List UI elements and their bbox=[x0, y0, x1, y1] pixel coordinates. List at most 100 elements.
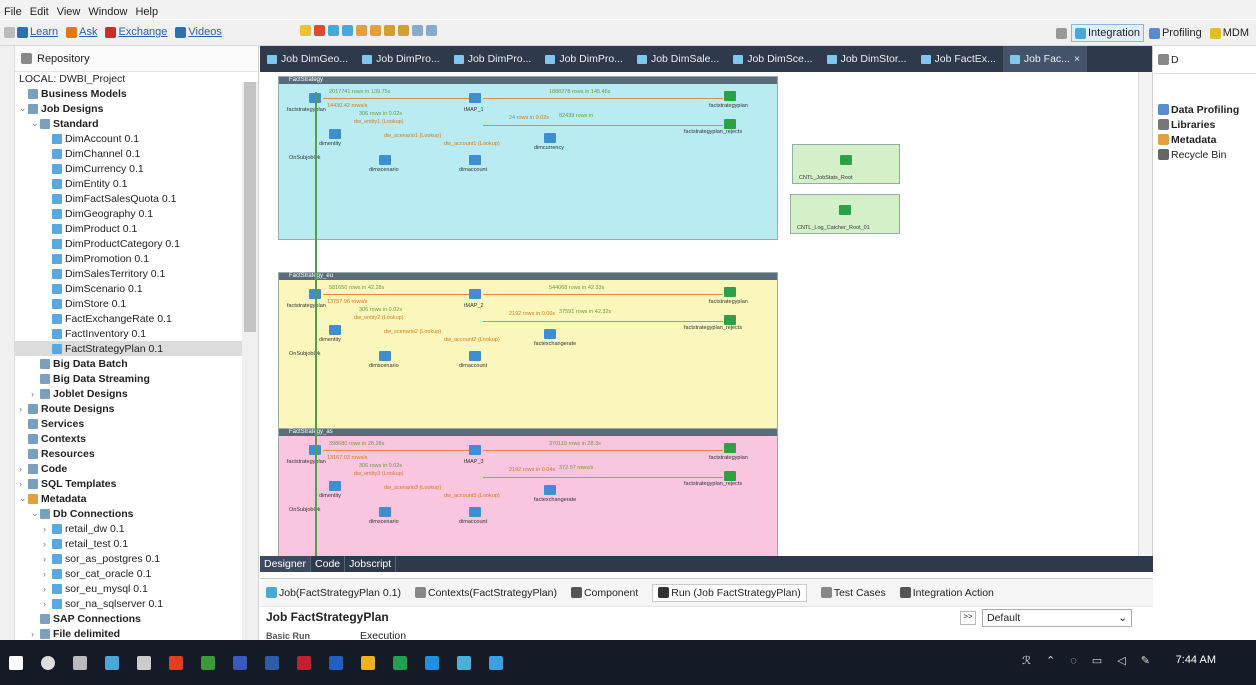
canvas-scrollbar[interactable] bbox=[1138, 72, 1152, 556]
lookup-dimentity[interactable] bbox=[329, 481, 341, 491]
right-panel-item[interactable]: Metadata bbox=[1154, 132, 1256, 147]
side-component-1[interactable]: CNTL_Log_Catcher_Root_01 bbox=[790, 194, 900, 234]
editor-tab[interactable]: Job Fac... × bbox=[1002, 46, 1088, 72]
search-icon[interactable] bbox=[300, 25, 311, 36]
run-expand-button[interactable]: >> bbox=[960, 611, 976, 625]
perspective-integration[interactable]: Integration bbox=[1070, 24, 1144, 42]
tree-item[interactable]: DimChannel 0.1 bbox=[15, 146, 258, 161]
bottom-tab[interactable]: Component bbox=[570, 587, 638, 599]
tree-item[interactable]: FactExchangeRate 0.1 bbox=[15, 311, 258, 326]
tree-item[interactable]: › Joblet Designs bbox=[15, 386, 258, 401]
job-dropdown-icon[interactable] bbox=[342, 25, 353, 36]
lookup-dimaccount[interactable] bbox=[469, 507, 481, 517]
tree-item[interactable]: › retail_dw 0.1 bbox=[15, 521, 258, 536]
tree-item[interactable]: › sor_eu_mysql 0.1 bbox=[15, 581, 258, 596]
tree-item[interactable]: DimGeography 0.1 bbox=[15, 206, 258, 221]
context-select[interactable]: Default ⌄ bbox=[982, 609, 1132, 627]
lookup-dimaccount[interactable] bbox=[469, 155, 481, 165]
layout-icon[interactable] bbox=[4, 26, 15, 38]
tree-item[interactable]: › Route Designs bbox=[15, 401, 258, 416]
tree-item[interactable]: Big Data Batch bbox=[15, 356, 258, 371]
tree-item[interactable]: DimScenario 0.1 bbox=[15, 281, 258, 296]
exchange-link[interactable]: Exchange bbox=[105, 26, 167, 38]
reject-component[interactable] bbox=[724, 119, 736, 129]
subjob-0[interactable]: FactStrategy factstrategyplan tMAP_1 factst… bbox=[278, 76, 778, 240]
tree-item[interactable]: DimEntity 0.1 bbox=[15, 176, 258, 191]
app-icon[interactable] bbox=[265, 655, 279, 670]
lookup-extra[interactable] bbox=[544, 329, 556, 339]
lookup-extra[interactable] bbox=[544, 485, 556, 495]
app-icon[interactable] bbox=[489, 655, 503, 670]
start-icon[interactable] bbox=[9, 655, 23, 670]
editor-tab[interactable]: Job DimPro... bbox=[447, 46, 539, 72]
app-icon[interactable] bbox=[297, 655, 311, 670]
tree-item[interactable]: DimCurrency 0.1 bbox=[15, 161, 258, 176]
bottom-tab[interactable]: Test Cases bbox=[820, 587, 886, 599]
right-panel-item[interactable]: Recycle Bin bbox=[1154, 147, 1256, 162]
app-icon[interactable] bbox=[105, 655, 119, 670]
run-icon[interactable] bbox=[314, 25, 325, 36]
lookup-dimscenario[interactable] bbox=[379, 351, 391, 361]
ask-link[interactable]: Ask bbox=[66, 26, 97, 38]
tree-item[interactable]: ⌄ Job Designs bbox=[15, 101, 258, 116]
job-icon[interactable] bbox=[328, 25, 339, 36]
edit-icon[interactable] bbox=[356, 25, 367, 36]
learn-link[interactable]: Learn bbox=[17, 26, 58, 38]
tree-item[interactable]: ⌄ Db Connections bbox=[15, 506, 258, 521]
bottom-tab[interactable]: Contexts(FactStrategyPlan) bbox=[414, 587, 557, 599]
tree-item[interactable]: Big Data Streaming bbox=[15, 371, 258, 386]
tree-item[interactable]: › sor_na_sqlserver 0.1 bbox=[15, 596, 258, 611]
tree-item[interactable]: › Code bbox=[15, 461, 258, 476]
editor-tab[interactable]: Job DimSale... bbox=[630, 46, 726, 72]
bottom-tab[interactable]: Integration Action bbox=[899, 587, 994, 599]
tree-item[interactable]: › sor_cat_oracle 0.1 bbox=[15, 566, 258, 581]
videos-link[interactable]: Videos bbox=[175, 26, 222, 38]
right-panel-title[interactable]: D bbox=[1171, 54, 1179, 66]
tree-item[interactable]: SAP Connections bbox=[15, 611, 258, 626]
tree-item[interactable]: › File delimited bbox=[15, 626, 258, 640]
right-panel-item[interactable]: Data Profiling bbox=[1154, 102, 1256, 117]
lookup-dimentity[interactable] bbox=[329, 325, 341, 335]
output-component[interactable] bbox=[724, 287, 736, 297]
bottom-tab[interactable]: Run (Job FactStrategyPlan) bbox=[652, 583, 807, 602]
export-icon[interactable] bbox=[384, 25, 395, 36]
reject-component[interactable] bbox=[724, 471, 736, 481]
editor-tab[interactable]: Job DimGeo... bbox=[260, 46, 355, 72]
tree-item[interactable]: › sor_as_postgres 0.1 bbox=[15, 551, 258, 566]
app-icon[interactable] bbox=[233, 655, 247, 670]
import-icon[interactable] bbox=[398, 25, 409, 36]
design-tab[interactable]: Jobscript bbox=[345, 556, 397, 572]
tmap-component[interactable] bbox=[469, 93, 481, 103]
tree-item[interactable]: FactInventory 0.1 bbox=[15, 326, 258, 341]
right-panel-item[interactable]: Libraries bbox=[1154, 117, 1256, 132]
tree-item[interactable]: DimStore 0.1 bbox=[15, 296, 258, 311]
subjob-1[interactable]: FactStrategy_eu factstrategyplan tMAP_2 fac… bbox=[278, 272, 778, 440]
tree-item[interactable]: FactStrategyPlan 0.1 bbox=[15, 341, 258, 356]
tree-item[interactable]: Resources bbox=[15, 446, 258, 461]
tree-item[interactable]: DimAccount 0.1 bbox=[15, 131, 258, 146]
repository-scrollbar[interactable] bbox=[242, 82, 258, 640]
tree-item[interactable]: DimFactSalesQuota 0.1 bbox=[15, 191, 258, 206]
app-icon[interactable] bbox=[425, 655, 439, 670]
close-icon[interactable]: × bbox=[1074, 53, 1080, 65]
design-canvas[interactable]: FactStrategy factstrategyplan tMAP_1 factst… bbox=[260, 72, 1152, 556]
tree-item[interactable]: Contexts bbox=[15, 431, 258, 446]
tmap-component[interactable] bbox=[469, 445, 481, 455]
clock[interactable]: 7:44 AM bbox=[1176, 654, 1216, 666]
lookup-dimscenario[interactable] bbox=[379, 155, 391, 165]
app-icon[interactable] bbox=[393, 655, 407, 670]
bottom-tab[interactable]: Job(FactStrategyPlan 0.1) bbox=[266, 587, 401, 599]
tmap-component[interactable] bbox=[469, 289, 481, 299]
refresh-icon[interactable] bbox=[412, 25, 423, 36]
tree-item[interactable]: Services bbox=[15, 416, 258, 431]
menu-file[interactable]: File bbox=[4, 6, 22, 18]
design-tab[interactable]: Code bbox=[311, 556, 346, 572]
task-view-icon[interactable] bbox=[73, 655, 87, 670]
editor-tab[interactable]: Job DimPro... bbox=[538, 46, 630, 72]
tree-item[interactable]: DimPromotion 0.1 bbox=[15, 251, 258, 266]
menu-edit[interactable]: Edit bbox=[30, 6, 49, 18]
tree-item[interactable]: Business Models bbox=[15, 86, 258, 101]
lookup-extra[interactable] bbox=[544, 133, 556, 143]
perspective-icon[interactable] bbox=[1055, 27, 1067, 39]
lookup-dimscenario[interactable] bbox=[379, 507, 391, 517]
